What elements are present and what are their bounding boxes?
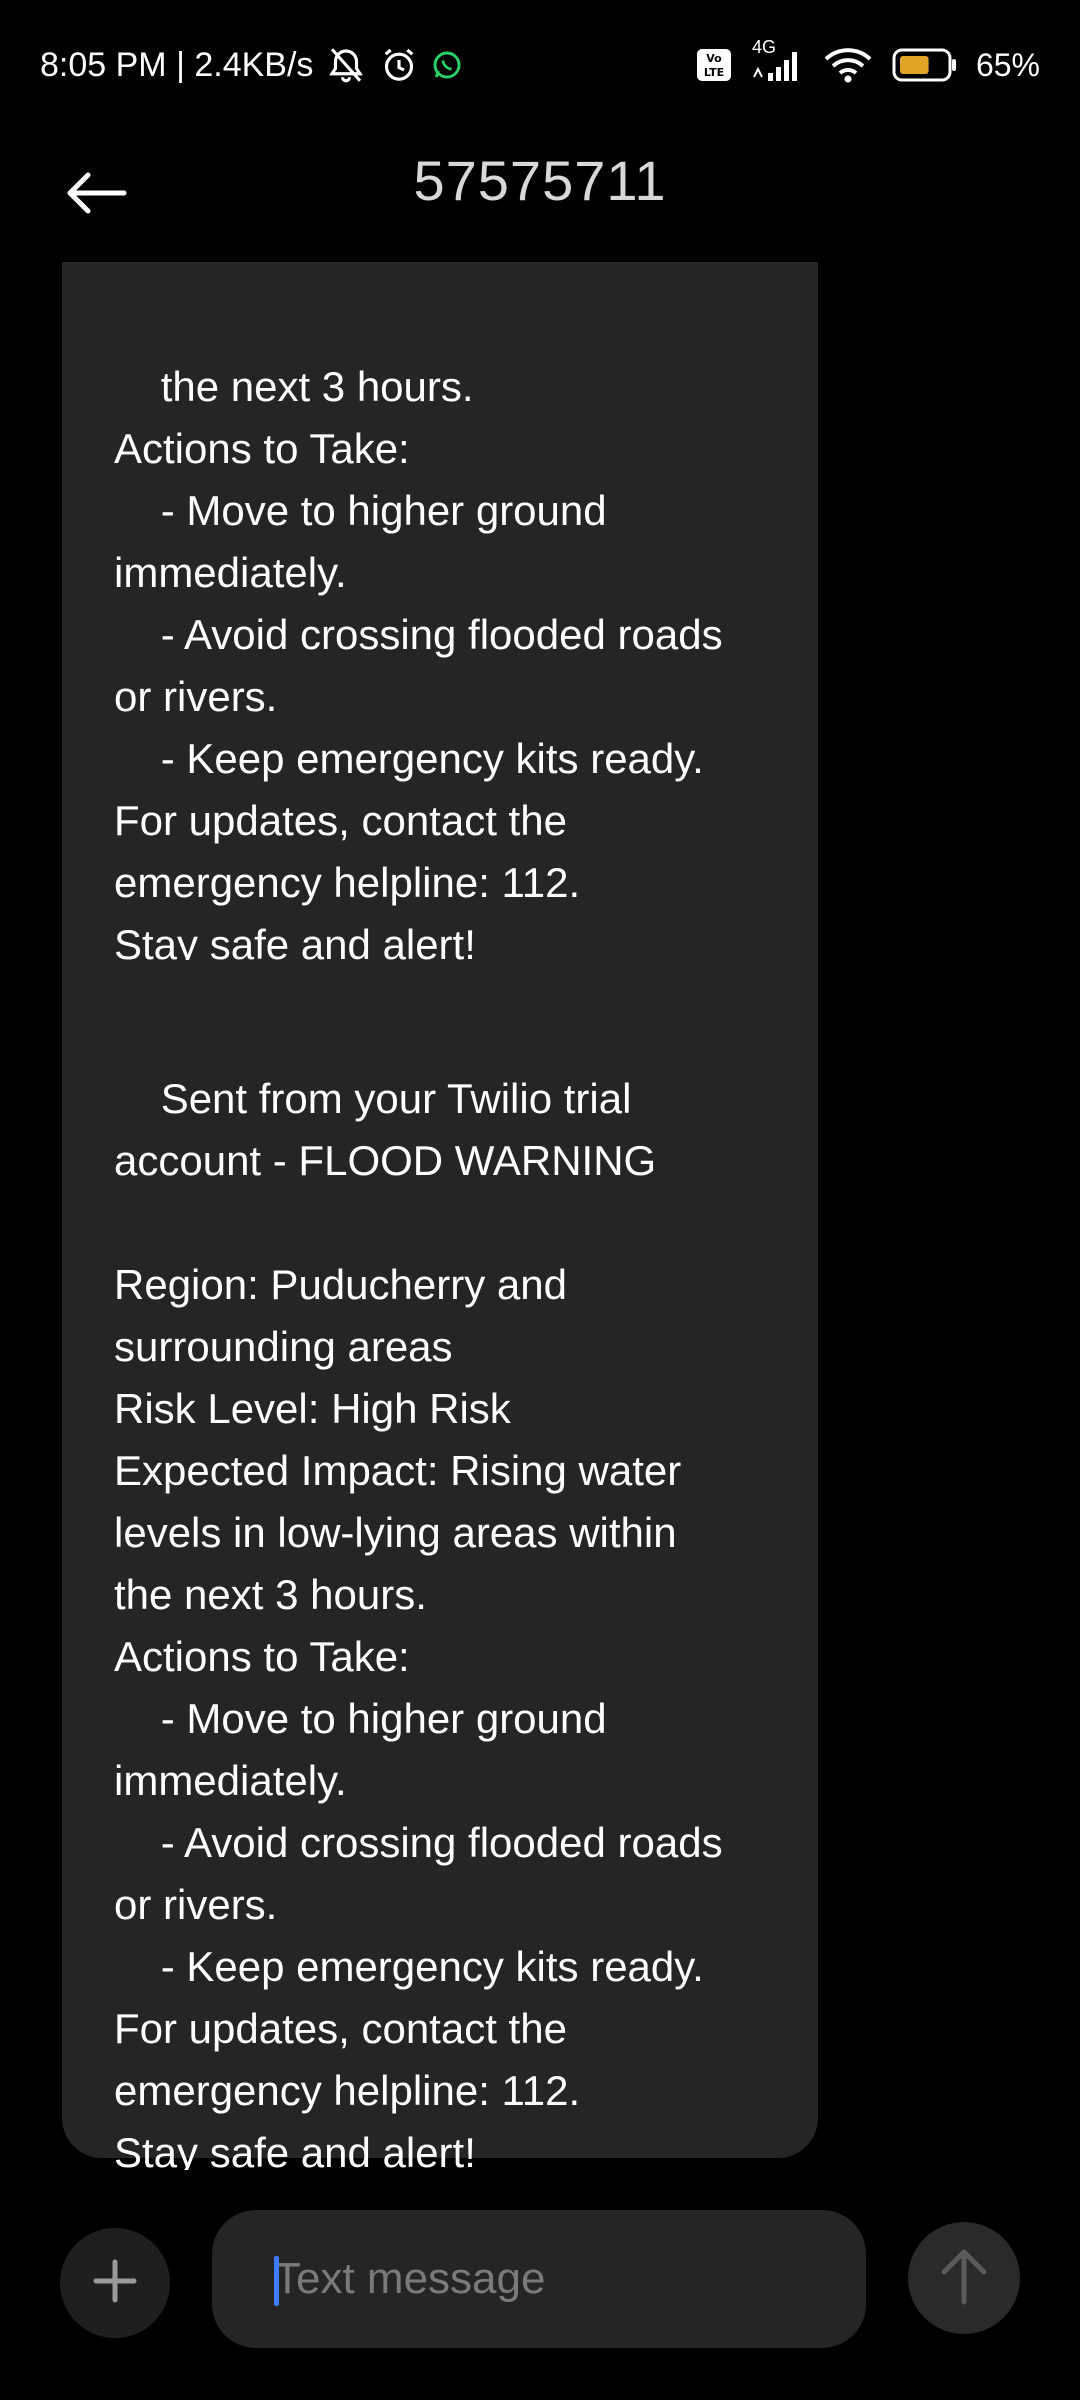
svg-text:Vo: Vo <box>706 52 722 65</box>
battery-icon <box>892 47 958 83</box>
wifi-icon <box>822 45 874 85</box>
add-attachment-button[interactable] <box>60 2228 170 2338</box>
message-input-box[interactable] <box>212 2210 866 2348</box>
status-time-speed: 8:05 PM | 2.4KB/s <box>40 45 314 84</box>
conversation-title: 57575711 <box>413 149 667 212</box>
whatsapp-icon <box>431 49 463 81</box>
status-right: Vo LTE 4G 65% <box>696 37 1040 90</box>
battery-percent: 65% <box>975 46 1040 83</box>
plus-icon <box>90 2256 140 2311</box>
message-composer <box>0 2180 1080 2400</box>
alarm-icon <box>379 45 419 85</box>
text-caret <box>274 2256 279 2306</box>
status-bar: 8:05 PM | 2.4KB/s Vo LTE 4G 65% <box>0 0 1080 128</box>
message-input[interactable] <box>272 2253 866 2305</box>
arrow-up-icon <box>936 2246 992 2311</box>
alarm-off-icon <box>325 44 367 86</box>
signal-icon: 4G <box>750 37 804 83</box>
svg-text:LTE: LTE <box>704 66 724 79</box>
message-text: the next 3 hours. Actions to Take: - Mov… <box>114 363 723 968</box>
message-bubble[interactable]: Sent from your Twilio trial account - FL… <box>62 960 818 2170</box>
message-list[interactable]: the next 3 hours. Actions to Take: - Mov… <box>0 262 1080 2170</box>
network-type: 4G <box>751 37 776 57</box>
message-text: Sent from your Twilio trial account - FL… <box>114 1075 723 2170</box>
app-bar: 57575711 <box>0 128 1080 262</box>
volte-icon: Vo LTE <box>696 48 732 82</box>
status-left: 8:05 PM | 2.4KB/s <box>40 40 463 90</box>
send-button[interactable] <box>908 2222 1020 2334</box>
